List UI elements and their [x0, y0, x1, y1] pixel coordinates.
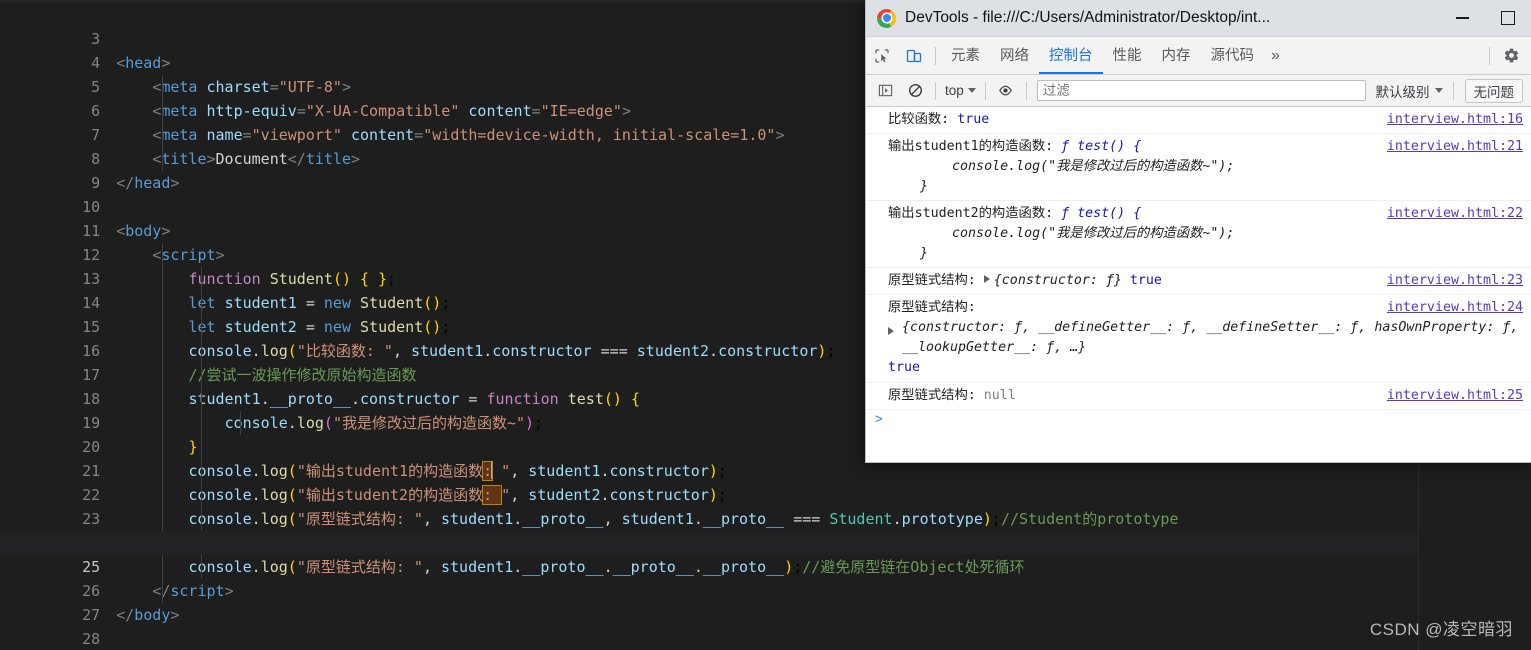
- message-source-link[interactable]: interview.html:16: [1387, 110, 1523, 130]
- expand-triangle-icon[interactable]: [888, 327, 894, 335]
- console-prompt[interactable]: >: [866, 410, 1531, 428]
- message-value: ƒ test() {: [1061, 206, 1142, 221]
- code-line[interactable]: 23 console.log("原型链式结构: ", student1.__pr…: [0, 483, 1418, 531]
- eye-icon: [999, 85, 1013, 96]
- console-message[interactable]: 比较函数: true interview.html:16: [866, 107, 1531, 134]
- settings-button[interactable]: [1495, 42, 1527, 70]
- devtools-titlebar[interactable]: DevTools - file:///C:/Users/Administrato…: [866, 0, 1531, 37]
- message-value: true: [957, 112, 990, 127]
- message-label: 原型链式结构:: [888, 300, 976, 315]
- execution-context-label: top: [945, 83, 964, 98]
- tabbar-divider: [935, 46, 936, 65]
- message-value: {constructor: ƒ}: [993, 273, 1122, 288]
- message-trailing-value: true: [1129, 273, 1162, 288]
- tab-elements[interactable]: 元素: [941, 38, 990, 74]
- code-line[interactable]: 28: [0, 603, 1418, 648]
- code-line[interactable]: 26 </script>: [0, 555, 1418, 603]
- cursor-select-icon: [875, 48, 889, 63]
- more-tabs-button[interactable]: »: [1264, 47, 1287, 65]
- devtools-tabbar[interactable]: 元素 网络 控制台 性能 内存 源代码 »: [866, 37, 1531, 75]
- console-message[interactable]: 原型链式结构: interview.html:24 {constructor: …: [866, 295, 1531, 383]
- issues-button[interactable]: 无问题: [1464, 78, 1523, 103]
- message-extra-line: }: [888, 246, 929, 261]
- console-message[interactable]: 输出student1的构造函数: ƒ test() { interview.ht…: [866, 134, 1531, 201]
- tab-memory[interactable]: 内存: [1152, 38, 1201, 74]
- console-filter-input[interactable]: [1036, 80, 1366, 101]
- message-value: null: [983, 388, 1016, 403]
- toggle-device-toolbar-button[interactable]: [898, 42, 930, 70]
- console-sidebar-toggle-button[interactable]: [870, 79, 900, 103]
- message-label: 比较函数:: [888, 112, 958, 127]
- code-line-active[interactable]: 25 console.log("原型链式结构: ", student1.__pr…: [0, 531, 1418, 579]
- message-label: 原型链式结构:: [888, 273, 984, 288]
- chevron-down-icon: [967, 88, 976, 93]
- sidebar-panel-icon: [878, 84, 892, 97]
- console-toolbar-divider-2: [984, 81, 986, 100]
- code-line[interactable]: 22 console.log("输出student2的构造函数: ", stud…: [0, 459, 1418, 507]
- devtools-window[interactable]: DevTools - file:///C:/Users/Administrato…: [866, 0, 1531, 462]
- no-entry-clear-icon: [908, 83, 922, 98]
- prompt-chevron-icon: >: [875, 411, 883, 426]
- message-value: {constructor: ƒ, __defineGetter__: ƒ, __…: [902, 320, 1519, 355]
- console-message[interactable]: 原型链式结构: null interview.html:25: [866, 383, 1531, 410]
- live-expression-button[interactable]: [991, 79, 1021, 103]
- log-level-label: 默认级别: [1375, 84, 1430, 100]
- code-line[interactable]: 24 console.log("原型链式结构: ", student1.__pr…: [0, 507, 1418, 555]
- message-source-link[interactable]: interview.html:25: [1387, 386, 1523, 406]
- console-toolbar-divider-4: [1452, 81, 1454, 100]
- tab-performance[interactable]: 性能: [1103, 38, 1152, 74]
- minimize-icon: [1455, 17, 1469, 19]
- message-label: 输出student2的构造函数:: [888, 206, 1062, 221]
- code-line[interactable]: 29</html>: [0, 627, 1418, 650]
- gear-icon: [1504, 48, 1518, 63]
- message-label: 输出student1的构造函数:: [888, 139, 1062, 154]
- chevron-down-icon: [1434, 88, 1443, 93]
- minimize-button[interactable]: [1439, 0, 1485, 36]
- message-value: ƒ test() {: [1061, 139, 1142, 154]
- message-extra-line: console.log("我是修改过后的构造函数~");: [888, 159, 1235, 174]
- message-source-link[interactable]: interview.html:23: [1387, 271, 1523, 291]
- inspect-element-button[interactable]: [866, 42, 898, 70]
- message-source-link[interactable]: interview.html:22: [1387, 204, 1523, 224]
- message-extra-line: }: [888, 179, 929, 194]
- message-source-link[interactable]: interview.html:24: [1387, 298, 1523, 318]
- clear-console-button[interactable]: [900, 79, 930, 103]
- tab-sources[interactable]: 源代码: [1201, 38, 1265, 74]
- log-level-selector[interactable]: 默认级别: [1371, 81, 1448, 101]
- console-toolbar[interactable]: top 默认级别 无问题: [866, 75, 1531, 107]
- expand-triangle-icon[interactable]: [983, 275, 990, 283]
- console-message[interactable]: 原型链式结构: {constructor: ƒ} true interview.…: [866, 268, 1531, 295]
- tab-console[interactable]: 控制台: [1039, 38, 1103, 74]
- maximize-icon: [1501, 11, 1515, 25]
- maximize-button[interactable]: [1485, 0, 1531, 36]
- code-line[interactable]: 27 </body>: [0, 579, 1418, 624]
- message-object-preview[interactable]: {constructor: ƒ, __defineGetter__: ƒ, __…: [888, 318, 1523, 358]
- execution-context-selector[interactable]: top: [941, 83, 980, 98]
- console-message[interactable]: 输出student2的构造函数: ƒ test() { interview.ht…: [866, 201, 1531, 268]
- console-toolbar-divider-3: [1025, 81, 1027, 100]
- console-toolbar-divider: [935, 81, 936, 100]
- device-toolbar-icon: [906, 49, 922, 62]
- message-extra-line: console.log("我是修改过后的构造函数~");: [888, 226, 1235, 241]
- window-title: DevTools - file:///C:/Users/Administrato…: [905, 9, 1271, 26]
- message-trailing-value: true: [888, 360, 921, 375]
- message-label: 原型链式结构:: [888, 388, 984, 403]
- message-source-link[interactable]: interview.html:21: [1387, 137, 1523, 157]
- tabbar-divider-2: [1489, 46, 1490, 65]
- chrome-logo-icon: [877, 8, 896, 28]
- tab-network[interactable]: 网络: [990, 38, 1039, 74]
- console-output[interactable]: 比较函数: true interview.html:16 输出student1的…: [866, 107, 1531, 462]
